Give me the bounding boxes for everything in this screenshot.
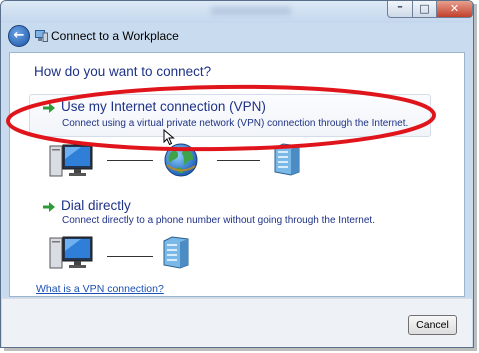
mouse-cursor-icon: [163, 129, 175, 146]
blurred-background-text: [211, 7, 291, 15]
green-arrow-icon: [43, 103, 55, 113]
computer-icon: [49, 236, 93, 269]
footer-bar: [2, 298, 472, 347]
vpn-help-link[interactable]: What is a VPN connection?: [36, 283, 164, 295]
wizard-title: Connect to a Workplace: [51, 29, 179, 43]
network-wizard-icon: [35, 30, 48, 42]
cancel-button[interactable]: Cancel: [408, 315, 457, 335]
globe-icon: [164, 143, 198, 177]
connection-line: [217, 160, 260, 161]
page-heading: How do you want to connect?: [34, 64, 212, 79]
minimize-button[interactable]: –: [387, 1, 413, 18]
maximize-button[interactable]: □: [412, 1, 437, 18]
connection-line: [107, 160, 153, 161]
wizard-nav-bar: ← Connect to a Workplace: [2, 23, 472, 51]
connection-line: [107, 256, 153, 257]
vpn-option-description: Connect using a virtual private network …: [62, 118, 409, 129]
server-icon: [163, 236, 189, 269]
dial-option-title[interactable]: Dial directly: [61, 198, 131, 213]
green-arrow-icon: [43, 202, 55, 212]
dial-option-description: Connect directly to a phone number witho…: [62, 215, 375, 226]
server-icon: [274, 143, 300, 176]
title-bar[interactable]: – □ ✕: [1, 1, 473, 23]
close-button[interactable]: ✕: [436, 1, 473, 18]
computer-icon: [49, 144, 93, 177]
vpn-option-title[interactable]: Use my Internet connection (VPN): [61, 99, 266, 114]
back-button[interactable]: ←: [8, 25, 30, 47]
